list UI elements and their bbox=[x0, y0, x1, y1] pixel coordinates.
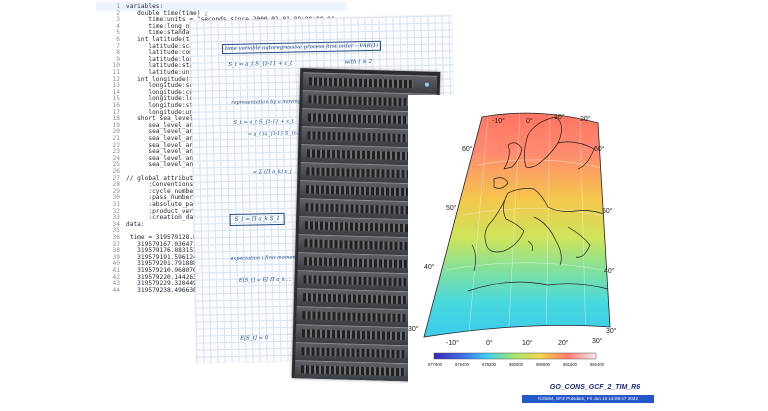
drive-bays bbox=[304, 239, 409, 251]
drive-bays bbox=[308, 95, 413, 107]
notes-eq-2: S_t = a_t S_{t-1} + ε_t bbox=[233, 118, 294, 126]
colorbar-tick-label: 982400 bbox=[590, 362, 605, 367]
colorbar-tick-label: 980000 bbox=[509, 362, 524, 367]
notes-eq-1-note: with t ≥ 2 bbox=[344, 58, 373, 66]
lon-label-bottom-30: 30° bbox=[592, 337, 603, 345]
notes-expectation: expectation ( first moment ) bbox=[230, 254, 302, 262]
lat-label-left-60: 60° bbox=[462, 145, 473, 153]
drive-bays bbox=[300, 365, 406, 377]
drive-bays bbox=[305, 185, 411, 197]
drive-bays bbox=[306, 167, 411, 179]
drive-bays bbox=[301, 347, 406, 359]
lon-label-bottom-20: 20° bbox=[558, 339, 569, 347]
notes-heading: time variable autoregressive process fir… bbox=[221, 40, 382, 55]
lon-label-top-20: 20° bbox=[580, 115, 591, 123]
colorbar-tick-label: 980800 bbox=[536, 362, 551, 367]
colorbar-tick-label: 977600 bbox=[428, 362, 443, 367]
lat-label-left-40: 40° bbox=[424, 263, 435, 271]
lon-label-bottom-m10: -10° bbox=[446, 339, 459, 347]
drive-bays bbox=[307, 113, 413, 125]
gravity-field-map: 60° 50° 40° 30° 60° 50° 40° 30° -10° 0° … bbox=[408, 95, 618, 385]
line-number: 44 bbox=[112, 286, 120, 294]
lat-label-right-60: 60° bbox=[594, 145, 605, 153]
lat-label-left-50: 50° bbox=[446, 204, 457, 212]
drive-bays bbox=[302, 311, 407, 323]
drive-bays bbox=[305, 203, 410, 215]
colorbar-tick-label: 981600 bbox=[563, 362, 578, 367]
status-led bbox=[424, 82, 429, 87]
drive-bays bbox=[308, 77, 414, 89]
lon-label-bottom-10: 10° bbox=[522, 339, 533, 347]
lon-label-top-m10: -10° bbox=[492, 117, 505, 125]
drive-bays bbox=[306, 149, 412, 161]
figure-title: GO_CONS_GCF_2_TIM_R6 bbox=[549, 384, 641, 391]
drive-bays bbox=[304, 221, 410, 233]
notes-eq-5: S_t = Π a_k S_1 bbox=[229, 212, 286, 226]
colorbar-tick-label: 978400 bbox=[455, 362, 470, 367]
notes-eq-6: E[S_t] = E[ Π a_k ... bbox=[238, 276, 292, 284]
drive-bays bbox=[302, 293, 408, 305]
lon-label-top-0: 0° bbox=[526, 117, 533, 125]
drive-bays bbox=[301, 329, 407, 341]
notes-eq-4: = Σ (Π a_k) ε_j bbox=[252, 168, 292, 176]
notes-eq-1: S_t = a_t S_{t-1} + ε_t bbox=[228, 60, 293, 68]
notes-eq-7: E[S_t] = 0 bbox=[240, 335, 269, 342]
lon-label-top-10: 10° bbox=[554, 113, 565, 121]
lat-label-left-30: 30° bbox=[408, 325, 419, 333]
drive-bays bbox=[307, 131, 412, 143]
lat-label-right-30: 30° bbox=[606, 327, 617, 335]
lon-label-bottom-0: 0° bbox=[486, 339, 493, 347]
lat-label-right-50: 50° bbox=[602, 207, 613, 215]
colorbar-tick-label: 979200 bbox=[482, 362, 497, 367]
footer-stamp: ICGEM, GFZ Potsdam, Fri Jun 10 14:06:47 … bbox=[522, 395, 654, 403]
colorbar bbox=[433, 352, 597, 360]
drive-bays bbox=[303, 257, 409, 269]
map-canvas: 60° 50° 40° 30° 60° 50° 40° 30° -10° 0° … bbox=[408, 112, 617, 367]
drive-bays bbox=[303, 275, 408, 287]
lat-label-right-40: 40° bbox=[604, 267, 615, 275]
